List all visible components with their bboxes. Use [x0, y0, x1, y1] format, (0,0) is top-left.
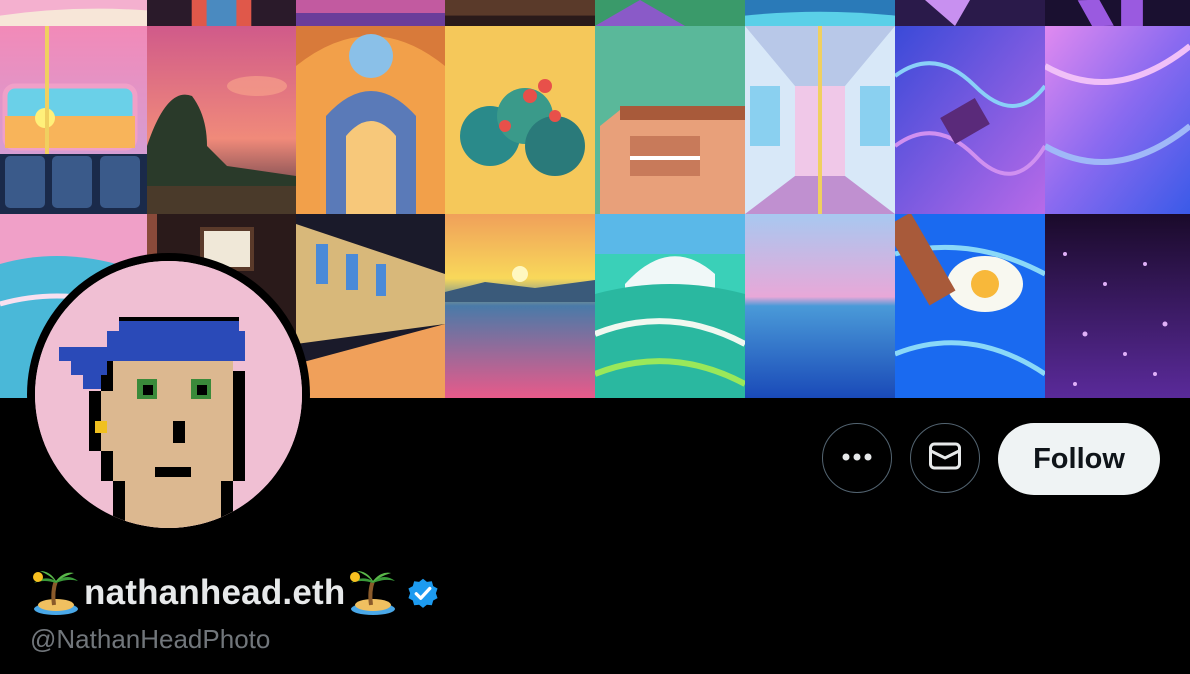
banner-tile	[745, 0, 895, 26]
avatar-image	[35, 261, 302, 528]
desert-island-emoji-icon	[33, 571, 78, 615]
banner-tile	[895, 0, 1045, 26]
banner-tile-cathedral	[296, 26, 445, 214]
banner-tile-pool-egg	[895, 214, 1045, 398]
banner-tile-sea-blue	[745, 214, 895, 398]
message-button[interactable]	[910, 423, 980, 493]
profile-avatar[interactable]	[27, 253, 310, 536]
profile-handle: @NathanHeadPhoto	[30, 624, 271, 654]
display-name: nathanhead.eth	[84, 573, 346, 612]
banner-tile-sunset-lake	[445, 214, 595, 398]
banner-tile	[296, 0, 445, 26]
banner-tile-train-blue	[745, 26, 895, 214]
banner-tile-building	[595, 26, 745, 214]
banner-tile-tree-sunset	[147, 26, 296, 214]
follow-button[interactable]: Follow	[998, 423, 1160, 495]
mail-icon	[928, 441, 962, 476]
banner-tile	[147, 0, 296, 26]
banner-tile-night-water	[1045, 214, 1190, 398]
banner-tile-train-station	[296, 214, 445, 398]
banner-tile-tree-yellow	[445, 26, 595, 214]
profile-name-row: nathanhead.eth	[30, 568, 441, 618]
more-options-button[interactable]	[822, 423, 892, 493]
banner-tile-wave-green	[595, 214, 745, 398]
more-horizontal-icon	[841, 449, 873, 467]
verified-badge-icon[interactable]	[405, 575, 441, 611]
banner-tile-water-blue	[895, 26, 1045, 214]
banner-tile-train-interior	[0, 26, 147, 214]
banner-tile-water-violet	[1045, 26, 1190, 214]
banner-tile	[445, 0, 595, 26]
banner-tile	[1045, 0, 1190, 26]
desert-island-emoji-icon	[350, 571, 396, 615]
banner-tile	[595, 0, 745, 26]
banner-tile	[0, 0, 147, 26]
